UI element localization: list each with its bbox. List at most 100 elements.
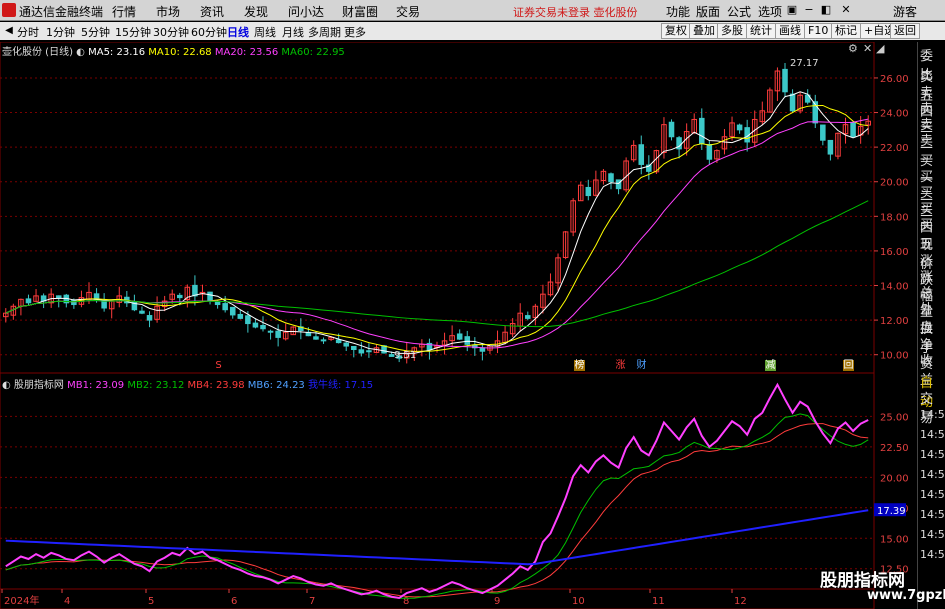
- candle-body: [464, 336, 471, 345]
- close-panel-icon[interactable]: ✕: [863, 42, 872, 55]
- f10-button[interactable]: F10: [804, 23, 833, 39]
- stats-button[interactable]: 统计: [746, 23, 776, 39]
- period-weekly[interactable]: 周线: [254, 24, 276, 40]
- time-axis-label: 7: [309, 596, 315, 607]
- expand-icon[interactable]: ◢: [876, 42, 884, 55]
- event-tag-s[interactable]: S: [213, 360, 224, 371]
- event-tag-bang[interactable]: 榜: [574, 360, 585, 371]
- indicator-tick-label: 15.00: [880, 534, 909, 545]
- period-intraday[interactable]: 分时: [17, 24, 39, 40]
- menu-market[interactable]: 市场: [156, 3, 180, 20]
- period-5min[interactable]: 5分钟: [81, 24, 110, 40]
- candle-body: [260, 325, 266, 330]
- event-tag-cai[interactable]: 财: [636, 360, 647, 371]
- guest-label[interactable]: 游客: [893, 3, 917, 20]
- period-30min[interactable]: 30分钟: [153, 24, 189, 40]
- adjust-button[interactable]: 复权: [661, 23, 691, 39]
- indicator-toggle-icon[interactable]: ◐: [2, 380, 11, 391]
- period-monthly[interactable]: 月线: [282, 24, 304, 40]
- candle-body: [351, 345, 357, 351]
- menu-wealth[interactable]: 财富圈: [342, 3, 378, 20]
- chart-title: 壶化股份 (日线): [2, 47, 73, 58]
- candle-body: [585, 186, 592, 197]
- candle-body: [736, 124, 743, 131]
- candle-body: [358, 349, 365, 354]
- back-button[interactable]: 返回: [890, 23, 920, 39]
- app-logo-icon: [2, 3, 16, 17]
- candle-body: [608, 173, 614, 183]
- sidebar-time: 14:56: [920, 488, 945, 501]
- period-toolbar: ◀ 分时 1分钟 5分钟 15分钟 30分钟 60分钟 日线 周线 月线 多周期…: [0, 22, 945, 40]
- event-tag-hui[interactable]: 回: [843, 360, 854, 371]
- restore-icon[interactable]: ◧: [818, 2, 834, 18]
- draw-button[interactable]: 画线: [775, 23, 805, 39]
- time-axis-label: 2024年: [4, 594, 39, 607]
- price-tick-label: 14.00: [880, 282, 909, 293]
- menu-ask[interactable]: 问小达: [288, 3, 324, 20]
- candle-body: [789, 93, 796, 112]
- price-tick-label: 22.00: [880, 143, 909, 154]
- menu-bar: 通达信金融终端 行情 市场 资讯 发现 问小达 财富圈 交易 证券交易未登录 壶…: [0, 0, 945, 21]
- candle-body: [827, 139, 834, 155]
- minimize-icon[interactable]: −: [801, 2, 817, 18]
- period-60min[interactable]: 60分钟: [191, 24, 227, 40]
- sidebar-time: 14:56: [920, 528, 945, 541]
- price-chart[interactable]: 26.00 24.00 22.00 20.00 18.00 16.00 14.00 12.00…: [0, 42, 917, 609]
- high-price-label: 27.17: [790, 58, 819, 69]
- ma10-label: MA10: 22.68: [148, 47, 212, 58]
- event-tag-jian[interactable]: 减: [765, 360, 776, 371]
- candle-body: [207, 291, 213, 302]
- time-axis-label: 8: [403, 596, 409, 607]
- time-axis-label: 4: [64, 596, 70, 607]
- candle-body: [366, 350, 372, 353]
- overlay-button[interactable]: 叠加: [689, 23, 719, 39]
- menu-formula[interactable]: 公式: [727, 3, 751, 20]
- login-notice-text: 证券交易未登录: [513, 6, 590, 19]
- niu-line: [5, 509, 869, 566]
- period-more[interactable]: 更多: [344, 24, 366, 40]
- user-icon[interactable]: ▣: [784, 2, 800, 18]
- menu-options[interactable]: 选项: [758, 3, 782, 20]
- ma60-label: MA60: 22.95: [281, 47, 345, 58]
- time-axis-label: 9: [494, 596, 500, 607]
- chevron-left-icon[interactable]: ◀: [1, 23, 17, 39]
- candle-body: [335, 339, 342, 344]
- candle-body: [706, 144, 713, 160]
- multi-stock-button[interactable]: 多股: [717, 23, 747, 39]
- period-daily[interactable]: 日线: [227, 24, 249, 40]
- candle-body: [699, 117, 705, 145]
- mark-button[interactable]: 标记: [831, 23, 861, 39]
- menu-trade[interactable]: 交易: [396, 3, 420, 20]
- menu-layout[interactable]: 版面: [696, 3, 720, 20]
- menu-function[interactable]: 功能: [666, 3, 690, 20]
- period-multi[interactable]: 多周期: [308, 24, 341, 40]
- mb2-line: [5, 413, 869, 599]
- mb1-label: MB1: 23.09: [67, 380, 125, 391]
- time-axis-label: 10: [572, 596, 585, 607]
- candle-body: [55, 295, 62, 299]
- app-title: 通达信金融终端: [19, 5, 104, 19]
- indicator-legend: ◐ 股朋指标网 MB1: 23.09 MB2: 23.12 MB4: 23.98…: [2, 376, 373, 391]
- sidebar-time: 14:56: [920, 428, 945, 441]
- current-value-label: 17.39: [877, 506, 906, 517]
- price-tick-label: 18.00: [880, 212, 909, 223]
- candle-body: [25, 298, 32, 304]
- legend-toggle-icon[interactable]: ◐: [76, 47, 85, 58]
- candle-body: [615, 179, 622, 190]
- menu-quotes[interactable]: 行情: [112, 3, 136, 20]
- sidebar-time: 14:56: [920, 468, 945, 481]
- settings-gear-icon[interactable]: ⚙: [848, 42, 858, 55]
- period-1min[interactable]: 1分钟: [46, 24, 75, 40]
- price-tick-label: 26.00: [880, 74, 909, 85]
- watermark-url: www.7gpzb.com: [867, 588, 945, 603]
- period-15min[interactable]: 15分钟: [115, 24, 151, 40]
- candle-body: [343, 342, 349, 347]
- sidebar-time: 14:56: [920, 508, 945, 521]
- menu-news[interactable]: 资讯: [200, 3, 224, 20]
- close-icon[interactable]: ✕: [838, 2, 854, 18]
- menu-discover[interactable]: 发现: [244, 3, 268, 20]
- candle-body: [177, 294, 183, 299]
- ma10-line: [5, 104, 869, 352]
- login-notice[interactable]: 证券交易未登录 壶化股份: [513, 4, 638, 20]
- event-tag-zhang[interactable]: 涨: [615, 360, 626, 371]
